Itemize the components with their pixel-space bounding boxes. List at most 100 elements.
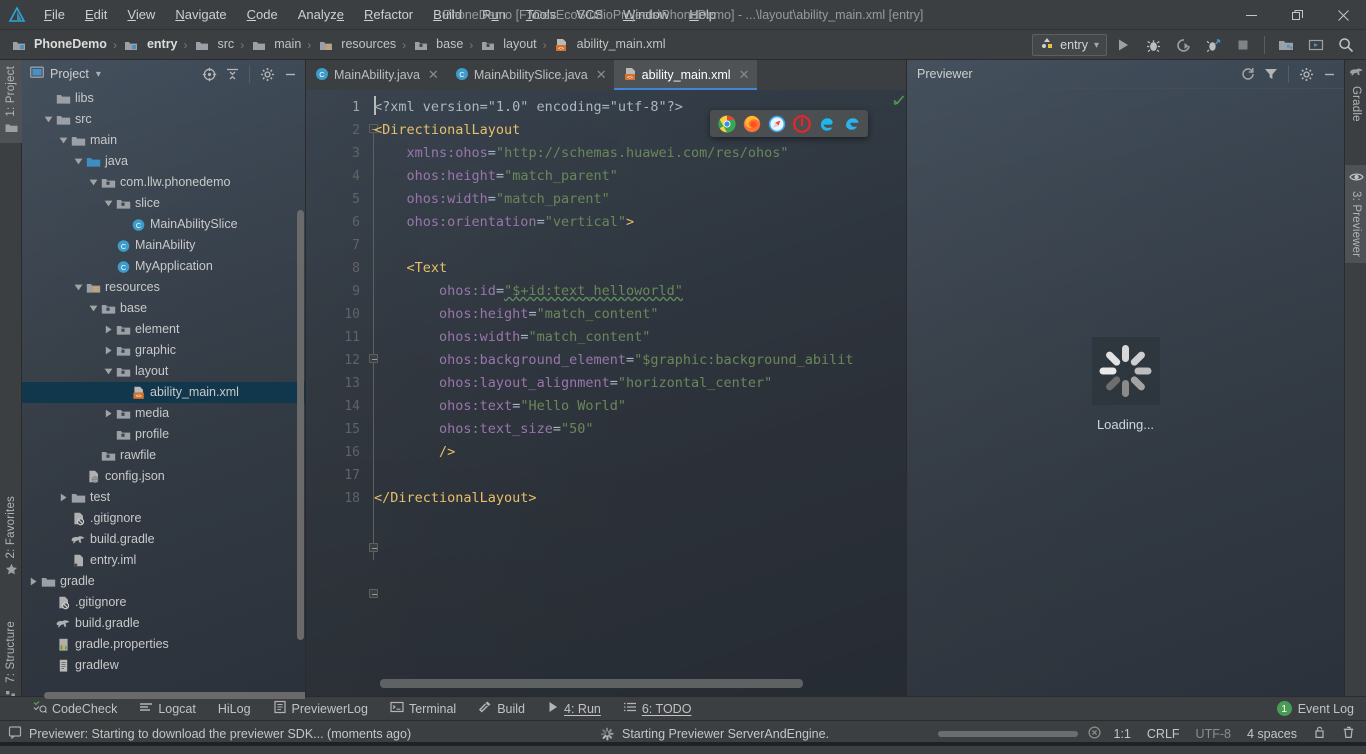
tree-row[interactable]: rawfile [22, 445, 305, 466]
menu-build[interactable]: Build [423, 0, 472, 30]
chevron-right-icon[interactable] [26, 577, 40, 586]
status-message-area[interactable]: Previewer: Starting to download the prev… [8, 725, 411, 742]
tree-row[interactable]: slice [22, 193, 305, 214]
menu-analyze[interactable]: Analyze [288, 0, 354, 30]
stop-button[interactable] [1229, 32, 1257, 58]
window-controls[interactable] [1228, 0, 1366, 30]
debug-button[interactable] [1139, 32, 1167, 58]
project-panel-header-buttons[interactable] [198, 60, 301, 88]
chevron-down-icon[interactable] [86, 178, 100, 187]
tree-row[interactable]: gradlew [22, 655, 305, 676]
tree-row[interactable]: graphic [22, 340, 305, 361]
chevron-down-icon[interactable]: ▾ [96, 69, 101, 80]
hide-panel-button[interactable] [1318, 63, 1340, 85]
tree-row[interactable]: java [22, 151, 305, 172]
minimize-window-button[interactable] [1228, 0, 1274, 30]
trash-icon[interactable] [1339, 725, 1358, 742]
search-everywhere-button[interactable] [1332, 32, 1360, 58]
bottom-window-run[interactable]: 4: Run [536, 698, 612, 720]
close-icon[interactable]: ✕ [428, 67, 439, 83]
tree-row[interactable]: base [22, 298, 305, 319]
run-configuration-selector[interactable]: entry ▾ [1032, 34, 1107, 56]
refresh-button[interactable] [1237, 63, 1259, 85]
sidebar-item-project[interactable]: 1: Project [0, 60, 22, 143]
tree-row[interactable]: layout [22, 361, 305, 382]
tree-row[interactable]: com.llw.phonedemo [22, 172, 305, 193]
tree-row[interactable]: src [22, 109, 305, 130]
edge-icon[interactable] [842, 114, 861, 133]
tree-row[interactable]: test [22, 487, 305, 508]
menu-code[interactable]: Code [237, 0, 288, 30]
code-editor[interactable]: 1 2 3 4 5 6 7 8 9 10 11 12 13 14 15 16 17 18 <?xml versio… [306, 90, 906, 700]
tree-row[interactable]: C MyApplication [22, 256, 305, 277]
event-log-button[interactable]: 1 Event Log [1276, 701, 1354, 716]
caret-position[interactable]: 1:1 [1111, 727, 1134, 741]
tree-row[interactable]: media [22, 403, 305, 424]
tree-row[interactable]: entry.iml [22, 550, 305, 571]
menu-edit[interactable]: Edit [75, 0, 117, 30]
inspection-ok-icon[interactable] [893, 94, 905, 109]
menu-view[interactable]: View [117, 0, 165, 30]
bottom-window-previewerlog[interactable]: PreviewerLog [262, 698, 379, 720]
close-icon[interactable]: ✕ [596, 67, 607, 83]
breadcrumb-entry[interactable]: entry [121, 33, 180, 57]
previewer-header-buttons[interactable] [1237, 60, 1340, 88]
safari-icon[interactable] [767, 114, 786, 133]
attach-debugger-button[interactable] [1169, 32, 1197, 58]
bottom-window-todo[interactable]: 6: TODO [612, 698, 703, 720]
internet-explorer-icon[interactable] [792, 114, 811, 133]
menu-help[interactable]: Help [679, 0, 726, 30]
tree-row[interactable]: config.json [22, 466, 305, 487]
close-window-button[interactable] [1320, 0, 1366, 30]
balloon-icon[interactable] [8, 725, 22, 742]
profile-button[interactable] [1199, 32, 1227, 58]
menu-window[interactable]: Window [613, 0, 679, 30]
breadcrumb-layout[interactable]: layout [477, 33, 538, 57]
bottom-window-logcat[interactable]: Logcat [128, 698, 207, 720]
tree-row[interactable]: gradle [22, 571, 305, 592]
tree-row[interactable]: main [22, 130, 305, 151]
chevron-down-icon[interactable] [41, 115, 55, 124]
menu-file[interactable]: File [34, 0, 75, 30]
tab-ability-main-xml[interactable]: <> ability_main.xml ✕ [613, 60, 757, 90]
chevron-down-icon[interactable] [86, 304, 100, 313]
tree-row[interactable]: resources [22, 277, 305, 298]
settings-button[interactable] [256, 63, 278, 85]
menu-navigate[interactable]: Navigate [165, 0, 236, 30]
chevron-right-icon[interactable] [101, 409, 115, 418]
sidebar-item-gradle[interactable]: Gradle [1345, 60, 1366, 128]
bottom-window-codecheck[interactable]: CodeCheck [22, 698, 128, 720]
bottom-window-terminal[interactable]: Terminal [379, 698, 467, 720]
main-toolbar[interactable]: entry ▾ [1032, 30, 1360, 60]
chevron-down-icon[interactable] [71, 157, 85, 166]
breadcrumb-resources[interactable]: resources [315, 33, 398, 57]
firefox-icon[interactable] [742, 114, 761, 133]
tree-row[interactable]: .gitignore [22, 508, 305, 529]
bottom-window-build[interactable]: Build [467, 698, 536, 720]
close-icon[interactable]: ✕ [739, 67, 750, 83]
status-indicators[interactable]: 1:1 CRLF UTF-8 4 spaces [937, 725, 1359, 742]
editor-marker-bar[interactable] [893, 90, 906, 700]
code-text[interactable]: <?xml version="1.0" encoding="utf-8"?> <D… [374, 90, 906, 700]
sdk-manager-button[interactable] [1302, 32, 1330, 58]
line-separator-indicator[interactable]: CRLF [1144, 727, 1183, 741]
sidebar-item-favorites[interactable]: 2: Favorites [0, 490, 22, 585]
tab-mainabilityslice-java[interactable]: C MainAbilitySlice.java ✕ [446, 60, 614, 90]
encoding-indicator[interactable]: UTF-8 [1193, 727, 1234, 741]
bottom-window-hilog[interactable]: HiLog [207, 698, 262, 720]
select-opened-file-button[interactable] [198, 63, 220, 85]
tree-row[interactable]: <> ability_main.xml [22, 382, 305, 403]
tree-row[interactable]: build.gradle [22, 529, 305, 550]
cancel-icon[interactable] [1087, 725, 1101, 742]
tree-row[interactable]: C MainAbilitySlice [22, 214, 305, 235]
tree-row[interactable]: C MainAbility [22, 235, 305, 256]
tab-mainability-java[interactable]: C MainAbility.java ✕ [306, 60, 446, 90]
collapse-all-button[interactable] [221, 63, 243, 85]
menu-refactor[interactable]: Refactor [354, 0, 423, 30]
device-manager-button[interactable] [1272, 32, 1300, 58]
editor-tab-bar[interactable]: C MainAbility.java ✕ C MainAbilitySlice.… [306, 60, 906, 90]
chevron-down-icon[interactable] [101, 199, 115, 208]
settings-button[interactable] [1295, 63, 1317, 85]
background-task-area[interactable]: Starting Previewer ServerAndEngine. [600, 727, 829, 741]
previewer-canvas[interactable]: Loading... [907, 88, 1344, 700]
